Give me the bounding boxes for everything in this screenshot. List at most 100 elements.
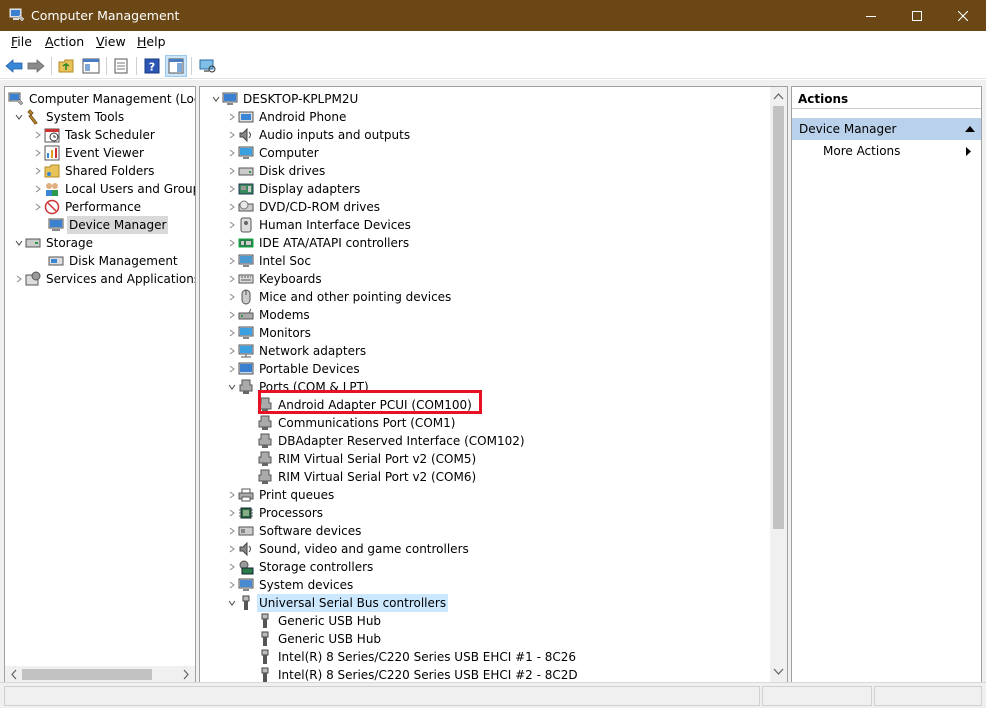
collapsed-chevron-icon[interactable]	[226, 504, 238, 522]
device-category[interactable]: DVD/CD-ROM drives	[226, 198, 382, 216]
tree-task-scheduler[interactable]: Task Scheduler	[32, 126, 157, 144]
port-device[interactable]: DBAdapter Reserved Interface (COM102)	[245, 432, 527, 450]
port-device[interactable]: RIM Virtual Serial Port v2 (COM5)	[245, 450, 478, 468]
device-category[interactable]: Android Phone	[226, 108, 348, 126]
collapsed-chevron-icon[interactable]	[32, 126, 44, 144]
up-folder-button[interactable]	[56, 55, 78, 77]
event-viewer-icon	[44, 145, 60, 161]
collapsed-chevron-icon[interactable]	[226, 270, 238, 288]
device-category[interactable]: Mice and other pointing devices	[226, 288, 453, 306]
device-vertical-scrollbar[interactable]	[770, 87, 787, 682]
nav-horizontal-scrollbar[interactable]	[5, 666, 195, 682]
device-category[interactable]: Sound, video and game controllers	[226, 540, 471, 558]
device-category-label: Portable Devices	[259, 362, 360, 376]
tree-disk-management[interactable]: Disk Management	[44, 252, 180, 270]
device-category[interactable]: Disk drives	[226, 162, 327, 180]
device-category[interactable]: Display adapters	[226, 180, 362, 198]
expanded-chevron-icon[interactable]	[210, 90, 222, 108]
collapsed-chevron-icon[interactable]	[32, 162, 44, 180]
minimize-button[interactable]	[848, 0, 894, 31]
back-button[interactable]	[3, 55, 25, 77]
device-category[interactable]: Human Interface Devices	[226, 216, 413, 234]
tree-local-users[interactable]: Local Users and Groups	[32, 180, 195, 198]
device-category-usb[interactable]: Universal Serial Bus controllers	[226, 594, 449, 612]
collapsed-chevron-icon[interactable]	[226, 288, 238, 306]
device-category[interactable]: Keyboards	[226, 270, 324, 288]
device-category[interactable]: Monitors	[226, 324, 313, 342]
tree-system-tools[interactable]: System Tools	[13, 108, 126, 126]
collapsed-chevron-icon[interactable]	[226, 486, 238, 504]
keyboard-icon	[238, 271, 254, 287]
tree-shared-folders[interactable]: Shared Folders	[32, 162, 156, 180]
device-category[interactable]: Storage controllers	[226, 558, 375, 576]
tree-performance[interactable]: Performance	[32, 198, 143, 216]
usb-device[interactable]: Intel(R) 8 Series/C220 Series USB EHCI #…	[245, 648, 578, 666]
help-button[interactable]: ?	[141, 55, 163, 77]
forward-button[interactable]	[25, 55, 47, 77]
more-actions-item[interactable]: More Actions	[823, 144, 900, 158]
collapsed-chevron-icon[interactable]	[226, 216, 238, 234]
device-tree-root[interactable]: DESKTOP-KPLPM2U	[210, 90, 360, 108]
close-button[interactable]	[940, 0, 986, 31]
collapsed-chevron-icon[interactable]	[32, 180, 44, 198]
actions-section-device-manager[interactable]: Device Manager	[792, 118, 981, 140]
expanded-chevron-icon[interactable]	[13, 234, 25, 252]
device-category[interactable]: System devices	[226, 576, 355, 594]
show-action-pane-button[interactable]	[165, 55, 187, 77]
device-category[interactable]: Portable Devices	[226, 360, 362, 378]
scan-hardware-button[interactable]	[196, 55, 218, 77]
tree-device-manager[interactable]: Device Manager	[44, 216, 169, 234]
expanded-chevron-icon[interactable]	[226, 594, 238, 612]
collapsed-chevron-icon[interactable]	[226, 342, 238, 360]
menu-view[interactable]: View	[96, 34, 126, 49]
device-category[interactable]: Computer	[226, 144, 321, 162]
port-device[interactable]: Communications Port (COM1)	[245, 414, 457, 432]
collapsed-chevron-icon[interactable]	[226, 576, 238, 594]
device-category-label: Display adapters	[259, 182, 361, 196]
collapsed-chevron-icon[interactable]	[226, 324, 238, 342]
menu-file[interactable]: File	[11, 34, 32, 49]
collapsed-chevron-icon[interactable]	[226, 360, 238, 378]
tree-services-applications[interactable]: Services and Applications	[13, 270, 195, 288]
collapsed-chevron-icon[interactable]	[226, 540, 238, 558]
collapsed-chevron-icon[interactable]	[226, 252, 238, 270]
collapsed-chevron-icon[interactable]	[226, 126, 238, 144]
collapsed-chevron-icon[interactable]	[226, 108, 238, 126]
show-hide-tree-button[interactable]	[80, 55, 102, 77]
collapsed-chevron-icon[interactable]	[226, 306, 238, 324]
device-category[interactable]: Network adapters	[226, 342, 368, 360]
collapsed-chevron-icon[interactable]	[226, 198, 238, 216]
usb-device[interactable]: Generic USB Hub	[245, 612, 383, 630]
services-icon	[25, 271, 41, 287]
menu-action[interactable]: Action	[45, 34, 84, 49]
device-category[interactable]: Intel Soc	[226, 252, 313, 270]
collapsed-chevron-icon[interactable]	[226, 180, 238, 198]
collapsed-chevron-icon[interactable]	[13, 270, 25, 288]
usb-device[interactable]: Intel(R) 8 Series/C220 Series USB EHCI #…	[245, 666, 580, 682]
usb-device[interactable]: Generic USB Hub	[245, 630, 383, 648]
collapsed-chevron-icon[interactable]	[32, 144, 44, 162]
tree-root[interactable]: Computer Management (Local	[8, 90, 195, 108]
collapsed-chevron-icon[interactable]	[226, 144, 238, 162]
tree-event-viewer[interactable]: Event Viewer	[32, 144, 146, 162]
collapsed-chevron-icon[interactable]	[226, 522, 238, 540]
menu-help[interactable]: Help	[137, 34, 166, 49]
port-device[interactable]: RIM Virtual Serial Port v2 (COM6)	[245, 468, 478, 486]
device-category[interactable]: IDE ATA/ATAPI controllers	[226, 234, 411, 252]
tree-storage[interactable]: Storage	[13, 234, 95, 252]
device-category-label: Android Phone	[259, 110, 347, 124]
device-category[interactable]: Processors	[226, 504, 325, 522]
collapsed-chevron-icon[interactable]	[226, 162, 238, 180]
expanded-chevron-icon[interactable]	[226, 378, 238, 396]
device-category[interactable]: Modems	[226, 306, 312, 324]
expanded-chevron-icon[interactable]	[13, 108, 25, 126]
collapsed-chevron-icon[interactable]	[32, 198, 44, 216]
collapsed-chevron-icon[interactable]	[226, 234, 238, 252]
device-category[interactable]: Software devices	[226, 522, 363, 540]
properties-button[interactable]	[110, 55, 132, 77]
device-category[interactable]: Audio inputs and outputs	[226, 126, 412, 144]
collapsed-chevron-icon[interactable]	[226, 558, 238, 576]
device-category[interactable]: Print queues	[226, 486, 336, 504]
monitor-icon	[238, 325, 254, 341]
maximize-button[interactable]	[894, 0, 940, 31]
